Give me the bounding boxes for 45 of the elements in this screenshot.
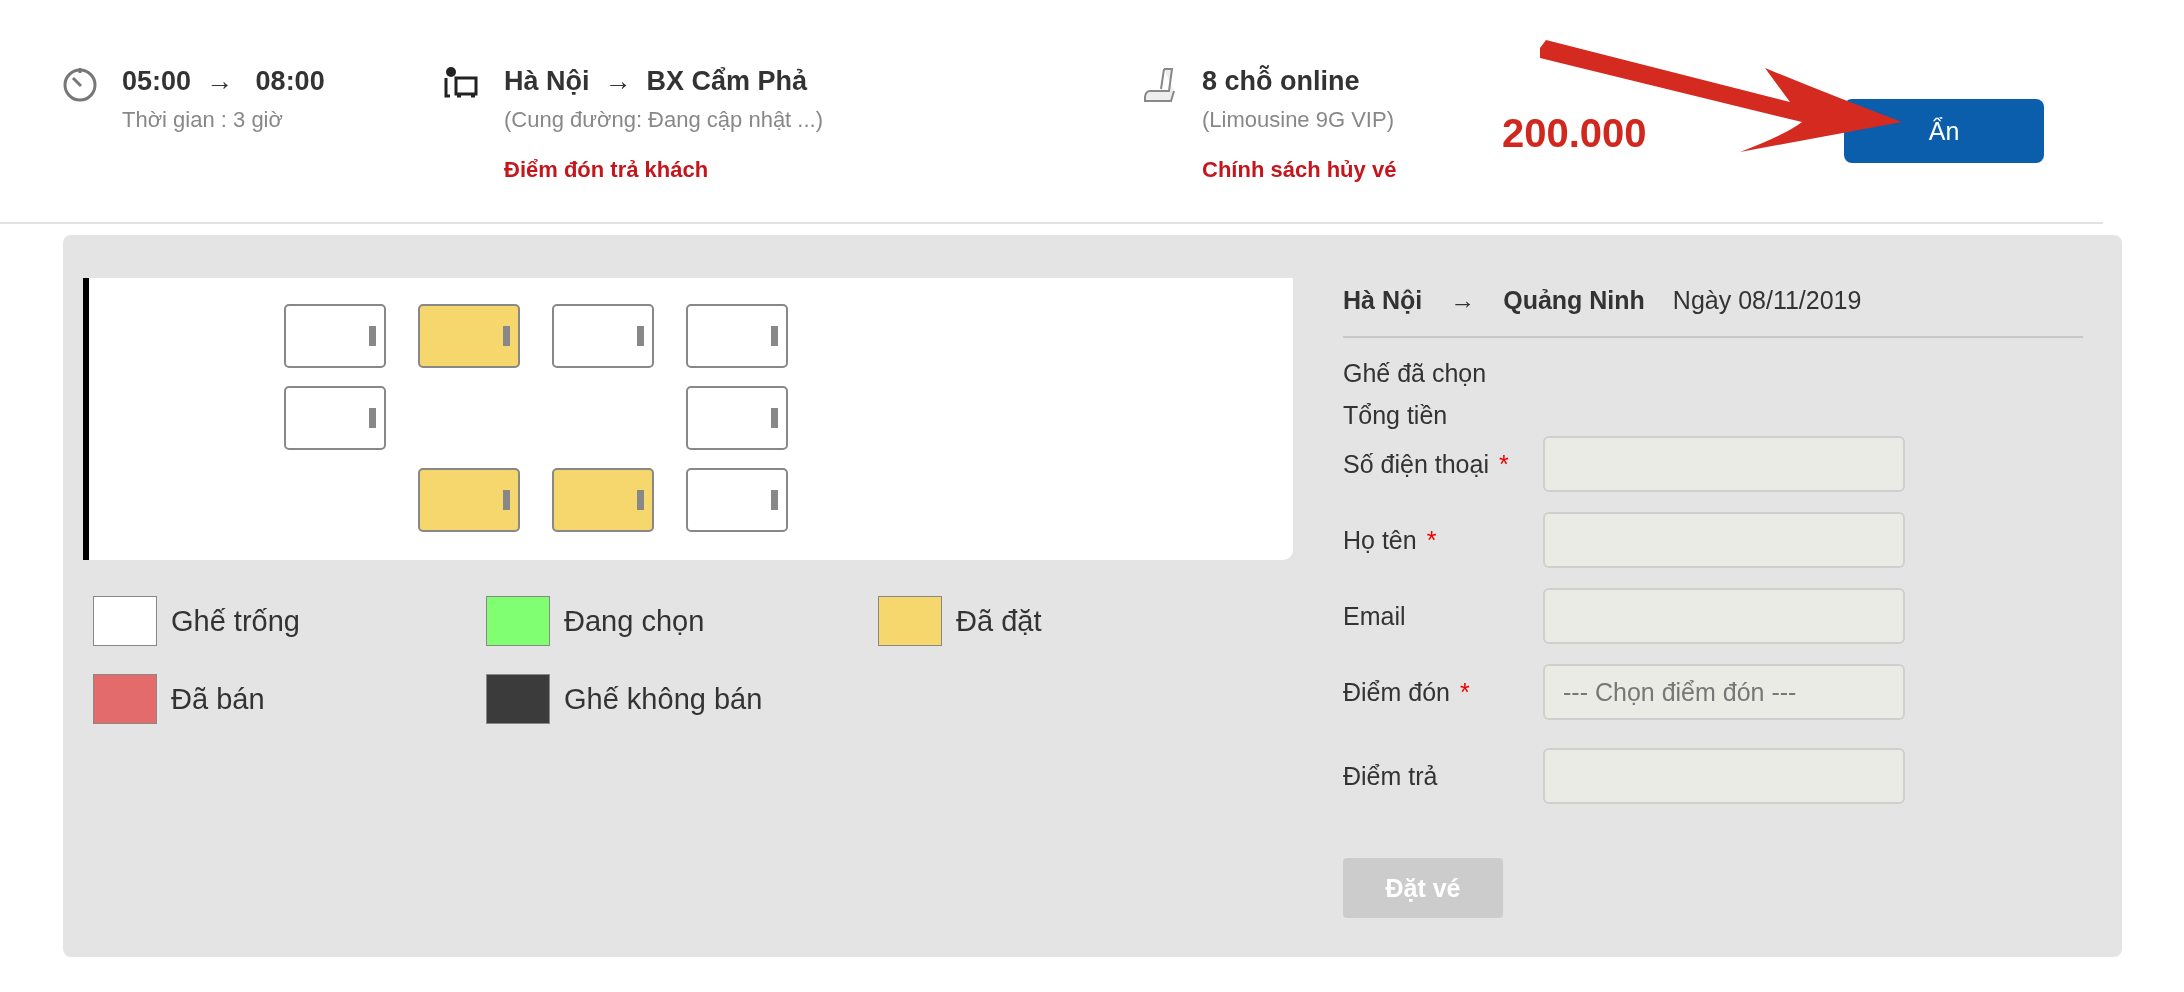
field-label: Điểm trả <box>1343 761 1438 791</box>
seat-icon <box>1142 66 1178 104</box>
hide-button[interactable]: Ẩn <box>1844 99 2044 163</box>
seat[interactable] <box>284 386 386 450</box>
trip-times: 05:00 → 08:00 <box>122 66 325 97</box>
dropdown-field[interactable] <box>1543 748 1905 804</box>
route-from: Hà Nội <box>1343 286 1423 315</box>
legend-label: Đã bán <box>171 682 265 716</box>
field-label: Số điện thoại <box>1343 449 1489 479</box>
input-field[interactable] <box>1543 436 1905 492</box>
field-label: Họ tên <box>1343 525 1417 555</box>
selected-seats-label: Ghế đã chọn <box>1343 358 1488 389</box>
travel-date: Ngày 08/11/2019 <box>1672 286 1862 315</box>
route-to: Quảng Ninh <box>1503 286 1645 315</box>
route-note: (Cung đường: Đang cập nhật ...) <box>504 107 823 133</box>
dropdown-field[interactable]: --- Chọn điểm đón --- <box>1543 664 1905 720</box>
seat[interactable] <box>686 386 788 450</box>
required-mark: * <box>1498 449 1509 479</box>
input-field[interactable] <box>1543 588 1905 644</box>
legend-label: Ghế trống <box>171 604 300 638</box>
route-arrow: → <box>1450 286 1476 315</box>
total-label: Tổng tiền <box>1343 400 1449 431</box>
legend-label: Ghế không bán <box>564 682 763 716</box>
seats-available: 8 chỗ online <box>1202 66 1361 97</box>
seat[interactable] <box>284 304 386 368</box>
seat[interactable] <box>552 468 654 532</box>
cancellation-policy-link[interactable]: Chính sách hủy vé <box>1202 157 1397 183</box>
required-mark: * <box>1460 677 1470 707</box>
legend-label: Đang chọn <box>564 604 705 638</box>
seat[interactable] <box>418 468 520 532</box>
pickup-link[interactable]: Điểm đón trả khách <box>504 157 823 183</box>
legend-label: Đã đặt <box>956 604 1042 638</box>
seat[interactable] <box>552 304 654 368</box>
trip-route: Hà Nội → BX Cẩm Phả <box>504 66 809 97</box>
trip-duration: Thời gian : 3 giờ <box>122 107 284 133</box>
field-label: Email <box>1343 601 1406 631</box>
field-label: Điểm đón <box>1343 677 1450 707</box>
seat[interactable] <box>686 468 788 532</box>
input-field[interactable] <box>1543 512 1905 568</box>
seat[interactable] <box>418 304 520 368</box>
seat[interactable] <box>686 304 788 368</box>
vehicle-type: (Limousine 9G VIP) <box>1202 107 1395 133</box>
ticket-price: 200.000 <box>1502 111 1648 156</box>
required-mark: * <box>1426 525 1437 555</box>
stopwatch-icon <box>62 66 98 102</box>
